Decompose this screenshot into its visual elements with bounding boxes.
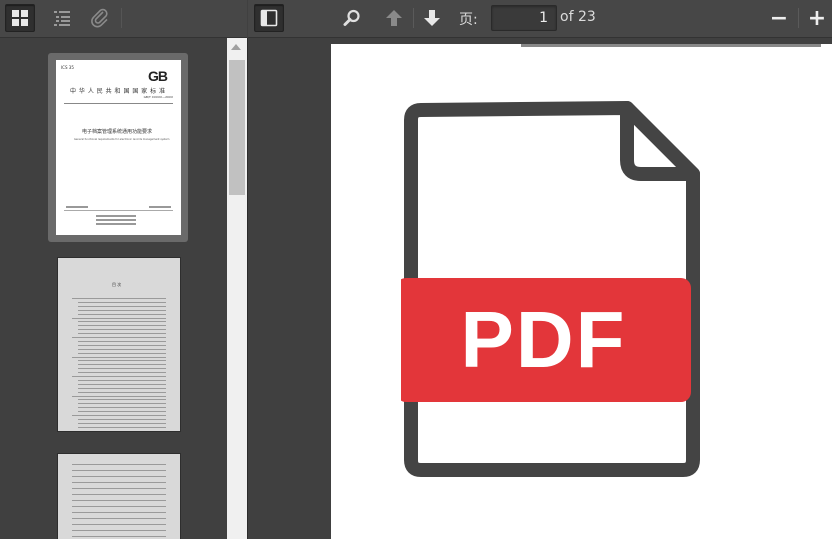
list-icon <box>54 11 70 26</box>
thumb-rule-bottom <box>64 210 173 211</box>
zoom-out-button[interactable]: − <box>764 4 794 32</box>
thumb-text-line <box>72 470 166 471</box>
thumb-text-line <box>72 415 166 416</box>
thumb-std-number: GB/T XXXXX—20XX <box>143 95 173 99</box>
zoom-in-button[interactable]: + <box>802 4 832 32</box>
thumb-text-line <box>96 215 136 217</box>
thumb-text-line <box>72 356 166 358</box>
toolbar-separator <box>121 8 122 28</box>
thumb-code: ICS 35 <box>61 65 74 70</box>
plus-icon: + <box>807 5 827 31</box>
thumb-text-line <box>78 348 166 350</box>
thumbnail-page-1[interactable]: ICS 35 GB 中 华 人 民 共 和 国 国 家 标 准 GB/T XXX… <box>56 60 181 235</box>
thumb-text-line <box>72 488 166 489</box>
sidebar-toggle-icon <box>260 9 278 27</box>
arrow-down-icon <box>424 10 440 26</box>
thumb-text-line <box>72 395 166 397</box>
thumb-text-line <box>78 305 166 307</box>
thumb-text-line <box>96 223 136 225</box>
thumb-text-line <box>72 524 166 525</box>
thumb-text-line <box>78 329 166 331</box>
thumb-text-line <box>96 219 136 221</box>
sidebar-scrollbar[interactable] <box>227 38 247 539</box>
thumb-text-line <box>72 376 166 377</box>
thumb-text-line <box>78 372 166 374</box>
main-toolbar: 页: 1 of 23 − + <box>248 0 832 38</box>
scroll-up-arrow-icon[interactable] <box>231 44 241 50</box>
thumb-text-line <box>149 206 171 208</box>
thumb-text-line <box>72 500 166 501</box>
minus-icon: − <box>769 5 789 31</box>
thumbnail-sidebar: ICS 35 GB 中 华 人 民 共 和 国 国 家 标 准 GB/T XXX… <box>0 38 227 539</box>
thumb-text-line <box>78 391 166 393</box>
thumb-text-line <box>72 494 166 495</box>
search-button[interactable] <box>337 4 367 32</box>
thumb-text-line <box>72 506 166 507</box>
view-thumbnails-button[interactable] <box>5 4 35 32</box>
thumb-text-line <box>78 364 166 366</box>
thumb-text-line <box>78 403 166 405</box>
thumb-text-line <box>78 411 166 413</box>
thumb-text-line <box>78 422 166 424</box>
thumb-text-line <box>78 426 166 428</box>
grid-icon <box>12 10 28 26</box>
thumbnail-page-3[interactable] <box>57 453 181 539</box>
thumb-text-line <box>72 464 166 465</box>
page-text-fragment <box>521 44 821 47</box>
view-outline-button[interactable] <box>47 4 77 32</box>
next-page-button[interactable] <box>417 4 447 32</box>
pdf-page: PDF <box>331 44 832 539</box>
thumb-text-line <box>78 309 166 311</box>
thumb-text-line <box>78 301 166 303</box>
thumb-text-line <box>78 340 166 342</box>
paperclip-icon <box>91 8 108 28</box>
toolbar-separator <box>413 8 414 28</box>
thumb-text-line <box>78 387 166 389</box>
thumb-text-line <box>78 321 166 323</box>
thumb-rule <box>64 103 173 104</box>
thumb-text-line <box>78 360 166 362</box>
toolbar-separator <box>798 8 799 28</box>
thumb-text-line <box>72 482 166 483</box>
thumb-text-line <box>78 418 166 420</box>
thumb-header: 中 华 人 民 共 和 国 国 家 标 准 <box>70 88 166 95</box>
search-icon <box>343 9 360 26</box>
thumb-text-line <box>72 298 166 299</box>
thumb-text-line <box>78 352 166 354</box>
thumbnail-page-2[interactable]: 目 次 <box>57 257 181 432</box>
thumb-text-line <box>78 399 166 401</box>
previous-page-button[interactable] <box>379 4 409 32</box>
thumb-text-line <box>78 368 166 370</box>
thumb-text-line <box>72 536 166 537</box>
thumb-text-line <box>72 518 166 519</box>
thumb-text-line <box>78 407 166 409</box>
thumb-text-line <box>78 313 166 315</box>
thumb-text-line <box>78 325 166 327</box>
thumb2-heading: 目 次 <box>112 282 122 287</box>
document-viewer[interactable]: PDF <box>248 38 832 539</box>
thumb-text-line <box>78 333 166 335</box>
thumb-title-en: General functional requirements for elec… <box>74 138 170 141</box>
thumb-text-line <box>66 206 88 208</box>
thumb-text-line <box>72 530 166 531</box>
gb-logo: GB <box>148 68 168 84</box>
page-label: 页: <box>459 12 478 28</box>
thumb-text-line <box>72 512 166 513</box>
thumb-title-cn: 电子档案管理系统通用功能要求 <box>82 129 153 135</box>
thumb-text-line <box>72 476 166 477</box>
pdf-label: PDF <box>460 295 627 384</box>
sidebar-toolbar <box>0 0 247 38</box>
page-count: of 23 <box>560 9 596 25</box>
thumb-text-line <box>78 379 166 381</box>
arrow-up-icon <box>386 10 402 26</box>
page-number-input[interactable]: 1 <box>491 5 557 31</box>
scrollbar-thumb[interactable] <box>229 60 245 195</box>
thumb-text-line <box>78 383 166 385</box>
sidebar-toggle-button[interactable] <box>254 4 284 32</box>
view-attachments-button[interactable] <box>85 4 115 32</box>
thumb-text-line <box>72 337 166 338</box>
thumb-text-line <box>72 317 166 319</box>
thumb-text-line <box>78 344 166 346</box>
